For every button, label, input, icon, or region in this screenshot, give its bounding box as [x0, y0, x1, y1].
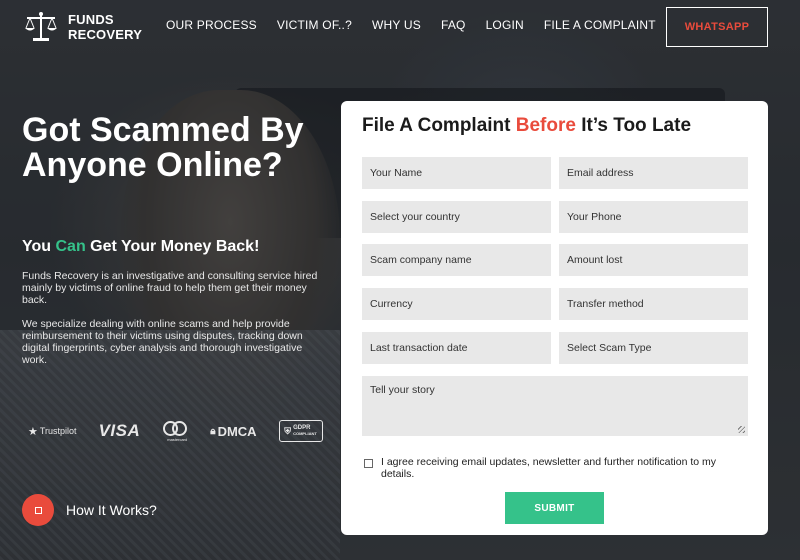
email-field[interactable]: Email address	[559, 157, 748, 189]
hero-subtitle-highlight: Can	[55, 238, 86, 255]
scam-company-field[interactable]: Scam company name	[362, 244, 551, 276]
transaction-date-field[interactable]: Last transaction date	[362, 332, 551, 364]
story-placeholder: Tell your story	[370, 384, 435, 396]
visa-logo: VISA	[98, 421, 141, 440]
hero-subtitle-post: Get Your Money Back!	[85, 238, 260, 255]
consent-label[interactable]: I agree receiving email updates, newslet…	[381, 456, 731, 480]
nav-our-process[interactable]: OUR PROCESS	[166, 18, 257, 32]
hero-subtitle: You Can Get Your Money Back!	[22, 238, 259, 256]
dmca-label: DMCA	[217, 423, 257, 439]
how-it-works-label[interactable]: How It Works?	[66, 502, 157, 518]
scales-icon	[25, 12, 57, 41]
nav-victim-of[interactable]: VICTIM OF..?	[277, 18, 352, 32]
form-title-highlight: Before	[515, 115, 576, 136]
dmca-badge: 🔒︎ DMCA	[210, 424, 256, 439]
scam-type-select[interactable]: Select Scam Type	[559, 332, 748, 364]
main-nav: OUR PROCESS VICTIM OF..? WHY US FAQ LOGI…	[166, 18, 676, 32]
lock-icon: 🔒︎	[210, 425, 216, 437]
how-it-works-button[interactable]	[22, 494, 54, 526]
trust-badges: ★ Trustpilot VISA mastercard 🔒︎ DMCA ⛨ G…	[28, 420, 345, 442]
mastercard-logo: mastercard	[162, 421, 188, 442]
nav-file-complaint[interactable]: FILE A COMPLAINT	[544, 18, 656, 32]
play-square-icon	[34, 506, 42, 514]
trustpilot-badge: ★ Trustpilot	[28, 425, 77, 438]
form-title: File A Complaint Before It’s Too Late	[362, 115, 691, 137]
star-icon: ★	[28, 425, 38, 438]
mastercard-icon: mastercard	[162, 421, 188, 442]
name-field[interactable]: Your Name	[362, 157, 551, 189]
nav-faq[interactable]: FAQ	[441, 18, 466, 32]
submit-button[interactable]: SUBMIT	[505, 492, 604, 524]
gdpr-shield-icon: ⛨	[284, 425, 292, 436]
phone-field[interactable]: Your Phone	[559, 201, 748, 233]
gdpr-badge: ⛨ GDPR COMPLIANT	[278, 420, 323, 442]
story-textarea[interactable]: Tell your story	[362, 376, 748, 436]
amount-lost-field[interactable]: Amount lost	[559, 244, 748, 276]
form-title-pre: File A Complaint	[362, 115, 516, 136]
nav-why-us[interactable]: WHY US	[372, 18, 421, 32]
trustpilot-label: Trustpilot	[39, 426, 77, 436]
currency-select[interactable]: Currency	[362, 288, 551, 320]
form-title-post: It’s Too Late	[575, 115, 692, 136]
gdpr-compliant-label: COMPLIANT	[293, 431, 317, 436]
transfer-method-select[interactable]: Transfer method	[559, 288, 748, 320]
logo-line1: FUNDS	[68, 12, 114, 27]
logo-line2: RECOVERY	[68, 27, 143, 42]
hero-title: Got Scammed By Anyone Online?	[22, 111, 304, 184]
hero-paragraph-1: Funds Recovery is an investigative and c…	[22, 270, 318, 306]
nav-login[interactable]: LOGIN	[486, 18, 524, 32]
logo[interactable]: FUNDS RECOVERY	[22, 10, 142, 44]
hero-paragraph-2: We specialize dealing with online scams …	[22, 318, 303, 366]
complaint-form: File A Complaint Before It’s Too Late Yo…	[341, 101, 768, 535]
site-header: FUNDS RECOVERY OUR PROCESS VICTIM OF..? …	[0, 0, 800, 52]
hero-subtitle-pre: You	[22, 238, 56, 255]
how-it-works[interactable]: How It Works?	[22, 494, 157, 526]
resize-grip-icon[interactable]	[738, 426, 745, 433]
mastercard-label: mastercard	[167, 437, 188, 442]
logo-text: FUNDS RECOVERY	[68, 12, 142, 42]
consent-checkbox[interactable]	[364, 459, 373, 468]
whatsapp-button[interactable]: WHATSAPP	[666, 7, 768, 47]
country-select[interactable]: Select your country	[362, 201, 551, 233]
consent-row: I agree receiving email updates, newslet…	[364, 456, 731, 480]
